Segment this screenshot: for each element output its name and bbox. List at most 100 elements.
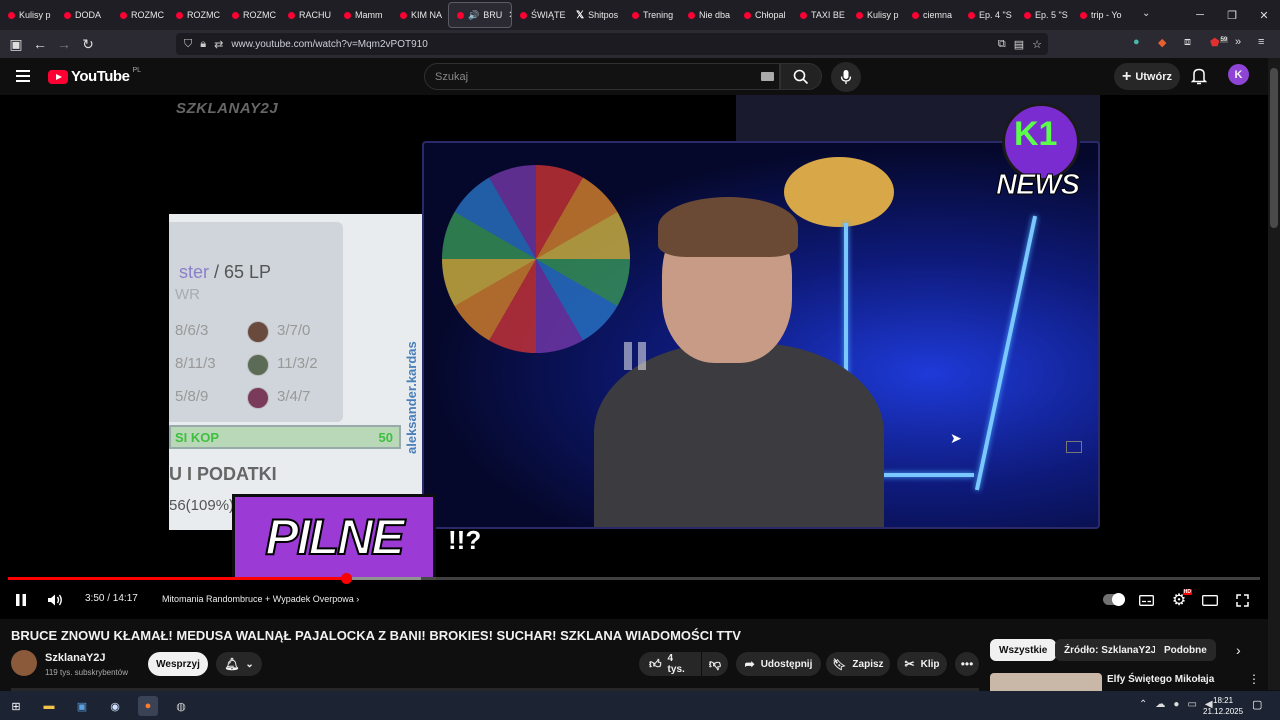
pause-button[interactable] (12, 588, 30, 612)
channel-avatar[interactable] (11, 650, 37, 676)
channel-name[interactable]: SzklanaY2J (45, 652, 106, 664)
subtitles-button[interactable] (1137, 588, 1155, 612)
lock-icon[interactable]: 🔒︎ (200, 38, 206, 51)
share-button[interactable]: ➦ Udostępnij (736, 652, 821, 676)
like-button[interactable]: 👍︎ 4 tys. (639, 652, 701, 676)
fox-extension-icon[interactable]: ◆ (1158, 36, 1166, 49)
display-tray-icon[interactable]: ▭ (1187, 699, 1196, 710)
url-text[interactable]: www.youtube.com/watch?v=Mqm2vPOT910 (231, 39, 427, 50)
kda-left: 5/8/9 (175, 388, 209, 405)
forward-arrow-icon[interactable]: → (52, 32, 76, 56)
tab-16[interactable]: ciemna (904, 0, 960, 30)
scrollbar-thumb[interactable] (1270, 68, 1278, 228)
tab-3[interactable]: ROZMC (168, 0, 224, 30)
tab-9[interactable]: ŚWIĄTE (512, 0, 568, 30)
back-arrow-icon[interactable]: ← (28, 32, 52, 56)
volume-button[interactable] (46, 588, 66, 612)
pinned-app-icon[interactable]: ◍ (171, 696, 191, 716)
reload-icon[interactable]: ↻ (76, 32, 100, 56)
settings-button[interactable]: ⚙ HD (1169, 588, 1192, 612)
bookmark-star-icon[interactable]: ☆ (1032, 38, 1042, 51)
app-menu-icon[interactable]: ≡ (1258, 36, 1264, 48)
scrubber-knob[interactable] (341, 573, 353, 584)
tab-2[interactable]: ROZMC (112, 0, 168, 30)
percent-text: 56(109%) (169, 497, 235, 514)
fullscreen-button[interactable] (1233, 588, 1251, 612)
chip-scroll-right-icon[interactable]: › (1236, 642, 1241, 658)
ublock-icon[interactable]: ⬟59 (1210, 36, 1229, 49)
chip-related[interactable]: Podobne (1155, 639, 1216, 661)
extensions-puzzle-icon[interactable]: ⧈ (1184, 36, 1191, 49)
steam-icon[interactable]: ◉ (105, 696, 125, 716)
windows-start-icon[interactable]: ⊞ (6, 696, 26, 716)
youtube-favicon-icon (457, 11, 464, 19)
tab-18[interactable]: Ep. 5 "S (1016, 0, 1072, 30)
speaker-icon[interactable]: 🔊 (468, 10, 479, 21)
search-input[interactable] (435, 70, 735, 83)
save-button[interactable]: 🔖︎ Zapisz (826, 652, 890, 676)
search-box[interactable] (424, 63, 780, 90)
hamburger-menu-icon[interactable] (16, 70, 30, 85)
support-button[interactable]: Wesprzyj (148, 652, 208, 676)
tab-7[interactable]: KIM NA (392, 0, 448, 30)
reader-view-icon[interactable]: ▤ (1014, 38, 1024, 51)
clip-button[interactable]: ✂ Klip (897, 652, 947, 676)
recommended-title[interactable]: Elfy Świętego Mikołaja (1107, 674, 1214, 685)
list-tabs-chevron-icon[interactable]: ⌄ (1142, 8, 1150, 19)
chapter-title[interactable]: Mitomania Randombruce + Wypadek Overpowa… (162, 594, 359, 604)
network-icon[interactable]: ☁ (1155, 699, 1165, 710)
close-window-icon[interactable]: ✕ (1248, 0, 1280, 30)
firefox-icon[interactable]: ● (138, 696, 158, 716)
tab-4[interactable]: ROZMC (224, 0, 280, 30)
youtube-logo[interactable]: YouTube PL (48, 67, 141, 85)
tab-1[interactable]: DODA (56, 0, 112, 30)
tab-5[interactable]: RACHU (280, 0, 336, 30)
notifications-bell-icon[interactable] (1191, 67, 1207, 85)
kebab-menu-icon[interactable]: ⋮ (1248, 672, 1260, 686)
tab-17[interactable]: Ep. 4 "S (960, 0, 1016, 30)
tab-14[interactable]: TAXI BE (792, 0, 848, 30)
more-actions-button[interactable]: ••• (955, 652, 979, 676)
tab-10[interactable]: 𝕏 Shitpos (568, 0, 624, 30)
keyboard-icon[interactable] (761, 72, 774, 81)
dislike-button[interactable]: 👎︎ (702, 652, 728, 676)
shield-icon[interactable]: ⛉ (184, 38, 192, 51)
system-clock[interactable]: 18:21 21.12.2025 (1203, 695, 1243, 717)
address-bar[interactable]: ⛉ 🔒︎ ⇄ www.youtube.com/watch?v=Mqm2vPOT9… (176, 33, 1048, 55)
vpn-extension-icon[interactable]: ● (1133, 36, 1140, 48)
picture-in-picture-icon[interactable]: ⧉ (998, 38, 1006, 51)
restore-icon[interactable]: ❐ (1216, 0, 1248, 30)
file-explorer-icon[interactable]: ▬ (39, 696, 59, 716)
tab-19[interactable]: trip - Yo (1072, 0, 1128, 30)
tab-0[interactable]: Kulisy p (0, 0, 56, 30)
overflow-chevron-icon[interactable]: » (1235, 36, 1241, 48)
voice-search-button[interactable] (831, 62, 861, 92)
search-button[interactable] (780, 63, 822, 90)
minimize-icon[interactable]: ─ (1184, 0, 1216, 30)
create-button[interactable]: + Utwórz (1114, 63, 1180, 90)
tab-13[interactable]: Chłopal (736, 0, 792, 30)
k1-logo-text: K1 (1014, 115, 1058, 153)
tab-15[interactable]: Kulisy p (848, 0, 904, 30)
tab-active[interactable]: 🔊BRU✕ (448, 2, 512, 28)
autoplay-toggle[interactable] (1103, 593, 1125, 606)
notifications-icon[interactable]: ▢ (1252, 698, 1262, 711)
sidebar-toggle-icon[interactable]: ▣ (4, 32, 28, 56)
tab-12[interactable]: Nie dba (680, 0, 736, 30)
chip-all[interactable]: Wszystkie (990, 639, 1057, 661)
recommended-thumbnail[interactable] (990, 673, 1102, 691)
page-scrollbar[interactable] (1268, 58, 1280, 690)
video-player[interactable]: SZKLANAY2J ster / 65 LP WR 8/6/3 3/7/0 8… (0, 95, 1268, 619)
account-avatar[interactable]: K (1228, 64, 1249, 85)
notifications-dropdown[interactable]: 🔔︎ ⌄ (216, 652, 262, 676)
permissions-icon[interactable]: ⇄ (214, 38, 223, 51)
tab-11[interactable]: Trening (624, 0, 680, 30)
theater-mode-button[interactable] (1201, 588, 1219, 612)
tab-6[interactable]: Mamm (336, 0, 392, 30)
chip-source[interactable]: Źródło: SzklanaY2J (1055, 639, 1166, 661)
video-progress-bar[interactable] (8, 573, 1260, 584)
tray-chevron-up-icon[interactable]: ⌃ (1139, 699, 1147, 710)
microphone-tray-icon[interactable]: ● (1173, 699, 1179, 710)
thumbs-down-icon: 👎︎ (708, 656, 722, 671)
computer-icon[interactable]: ▣ (72, 696, 92, 716)
